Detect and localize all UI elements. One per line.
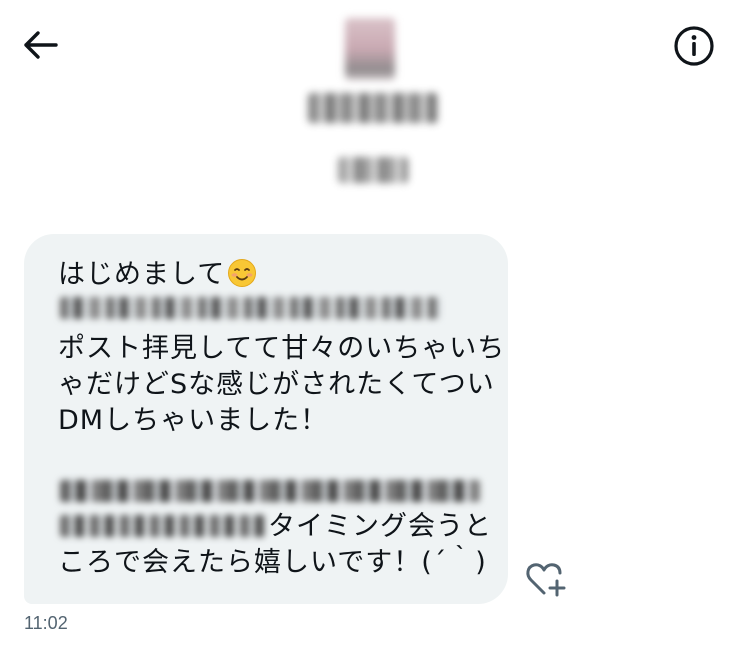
message-timestamp: 11:02	[24, 613, 68, 633]
info-icon	[673, 25, 715, 71]
arrow-left-icon	[22, 30, 58, 64]
message-line: ゃだけどSな感じがされたくてつい	[58, 369, 495, 400]
user-handle	[338, 157, 408, 183]
smiling-face-icon	[227, 258, 257, 297]
obscured-text	[60, 297, 440, 319]
obscured-text	[60, 480, 480, 502]
message-line: DMしちゃいました！	[58, 405, 329, 436]
message-line: ころで会えたら嬉しいです！(´｀)	[58, 547, 487, 578]
message-line: はじめまして	[58, 258, 257, 297]
add-reaction-button[interactable]	[524, 560, 568, 602]
avatar[interactable]	[345, 18, 395, 80]
display-name	[308, 93, 438, 123]
message-bubble[interactable]: はじめまして ポスト拝見してて甘々のいちゃいち ゃだけどSな感じがされたくてつい…	[24, 234, 508, 604]
back-button[interactable]	[18, 28, 62, 66]
message-line: ポスト拝見してて甘々のいちゃいち	[58, 333, 506, 364]
obscured-text	[60, 515, 265, 537]
conversation-header	[0, 0, 750, 210]
message-text: はじめまして	[58, 259, 226, 290]
message-line: タイミング会うと	[268, 511, 492, 542]
info-button[interactable]	[672, 26, 716, 70]
heart-plus-icon	[524, 559, 568, 603]
